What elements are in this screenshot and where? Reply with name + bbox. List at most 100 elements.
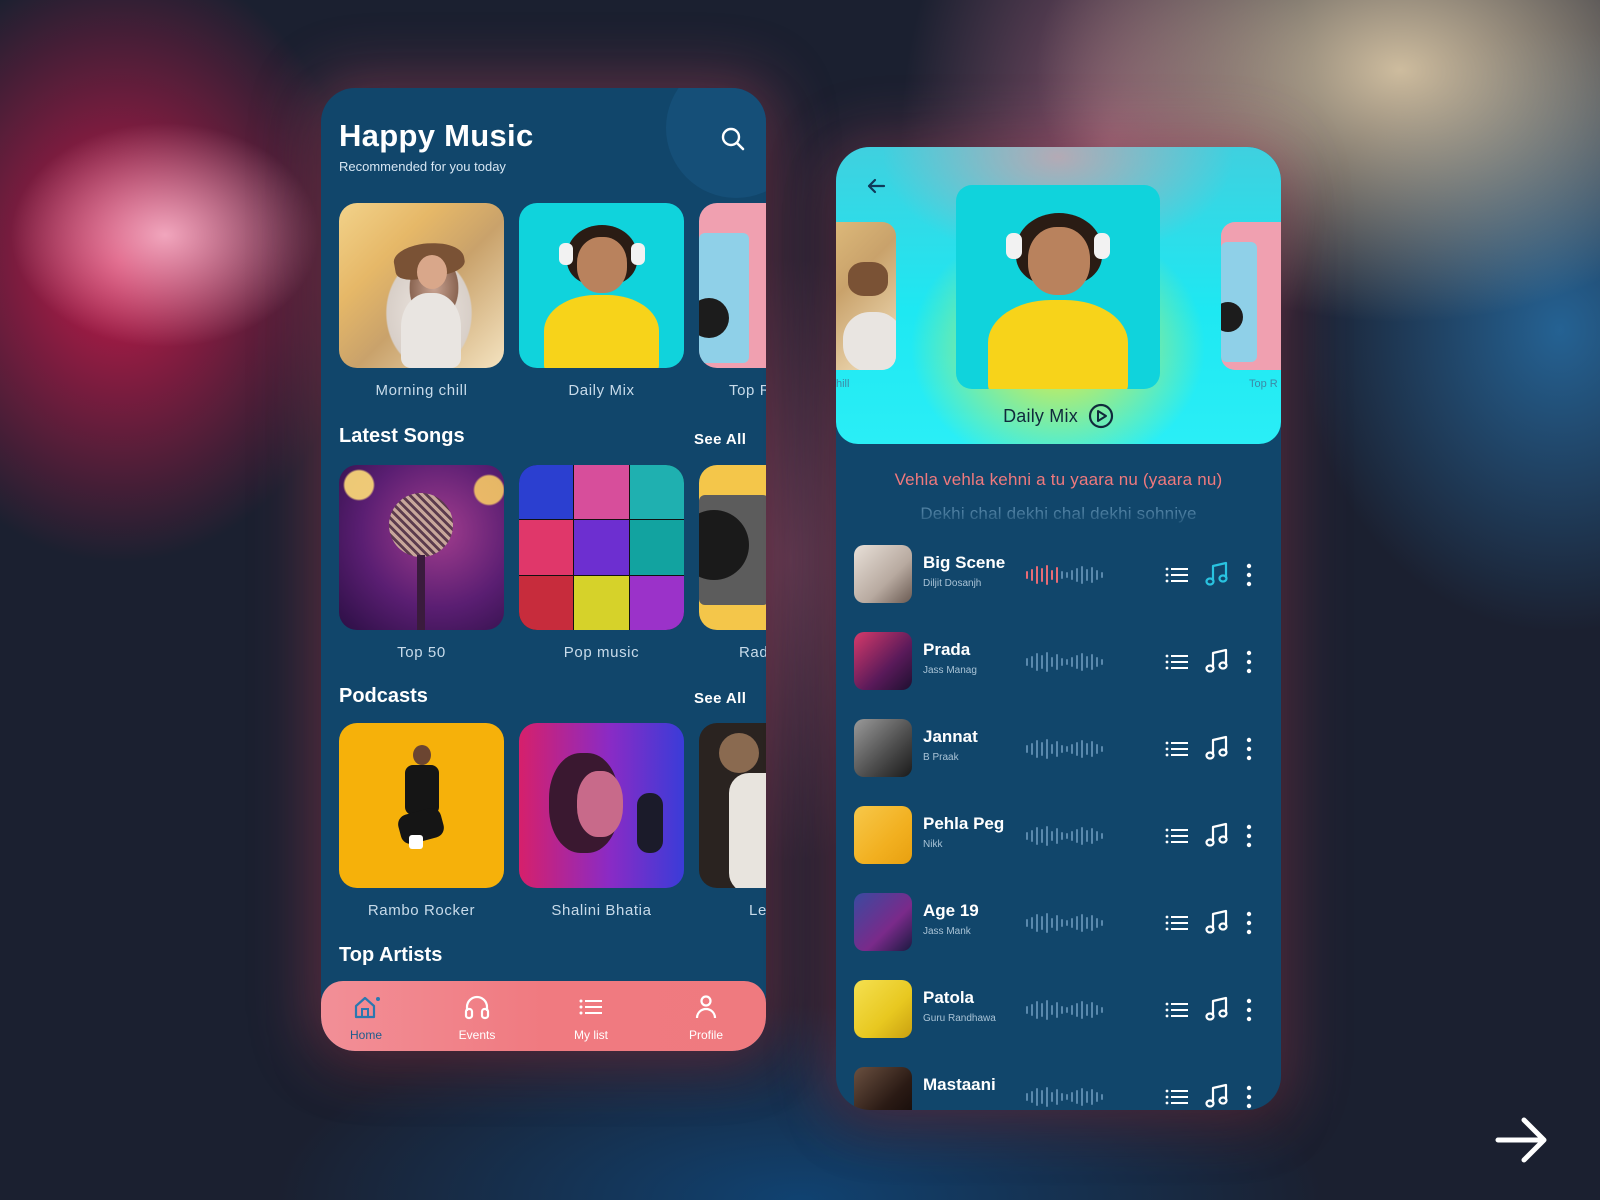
song-row[interactable]: Jannat B Praak (854, 719, 1264, 779)
podcasts-see-all-button[interactable]: See All (694, 690, 746, 707)
song-artist: Jass Mank (923, 926, 971, 937)
featured-card-top[interactable]: Top R (699, 203, 766, 399)
music-note-icon[interactable] (1204, 995, 1230, 1023)
song-title: Big Scene (923, 553, 1006, 572)
queue-list-icon[interactable] (1164, 649, 1190, 675)
header-decoration (666, 88, 766, 198)
latest-card-pop-music[interactable]: Pop music (519, 465, 684, 661)
now-playing-title-row: Daily Mix (836, 403, 1281, 429)
more-vertical-icon[interactable] (1244, 561, 1254, 589)
queue-list-icon[interactable] (1164, 562, 1190, 588)
music-note-icon[interactable] (1204, 647, 1230, 675)
nav-home[interactable]: Home (321, 993, 411, 1042)
song-row[interactable]: Patola Guru Randhawa (854, 980, 1264, 1040)
song-cover (854, 893, 912, 951)
music-note-icon[interactable] (1204, 908, 1230, 936)
now-playing-hero: hill Top R Daily Mix (836, 147, 1281, 444)
podcast-label: Rambo Rocker (367, 902, 476, 919)
next-playlist-cover[interactable] (1221, 222, 1281, 370)
song-cover (854, 980, 912, 1038)
music-note-icon[interactable] (1204, 821, 1230, 849)
song-row[interactable]: Mastaani (854, 1067, 1264, 1110)
podcast-card-let[interactable]: Let (699, 723, 766, 919)
song-cover (854, 806, 912, 864)
queue-list-icon[interactable] (1164, 997, 1190, 1023)
next-arrow-icon[interactable] (1494, 1112, 1550, 1168)
morning-chill-image (339, 203, 504, 368)
nav-events[interactable]: Events (432, 993, 522, 1042)
nav-my-list-label: My list (574, 1028, 608, 1042)
play-icon[interactable] (1088, 403, 1114, 429)
song-row[interactable]: Age 19 Jass Mank (854, 893, 1264, 953)
more-vertical-icon[interactable] (1244, 735, 1254, 763)
song-title: Patola (923, 988, 975, 1007)
nav-home-label: Home (349, 1028, 382, 1042)
song-cover (854, 1067, 912, 1110)
more-vertical-icon[interactable] (1244, 1083, 1254, 1110)
nav-events-label: Events (458, 1028, 496, 1042)
podcast-label: Let (749, 902, 766, 919)
song-row[interactable]: Big Scene Diljit Dosanjh (854, 545, 1264, 605)
queue-list-icon[interactable] (1164, 736, 1190, 762)
now-playing-title: Daily Mix (1003, 405, 1078, 426)
pop-music-image (519, 465, 684, 630)
latest-label: Pop music (563, 644, 640, 661)
song-title: Prada (923, 640, 971, 659)
nav-profile[interactable]: Profile (661, 993, 751, 1042)
music-note-icon[interactable] (1204, 734, 1230, 762)
featured-card-daily-mix[interactable]: Daily Mix (519, 203, 684, 399)
song-row[interactable]: Prada Jass Manag (854, 632, 1264, 692)
latest-label: Top 50 (397, 644, 446, 661)
player-screen: hill Top R Daily Mix Vehla vehla kehni a… (836, 147, 1281, 1110)
latest-card-top-50[interactable]: Top 50 (339, 465, 504, 661)
queue-list-icon[interactable] (1164, 1084, 1190, 1110)
song-row[interactable]: Pehla Peg Nikk (854, 806, 1264, 866)
music-note-icon[interactable] (1204, 1082, 1230, 1110)
latest-card-radio[interactable]: Rad (699, 465, 766, 661)
waveform-icon (1026, 736, 1112, 762)
podcast-card-shalini-bhatia[interactable]: Shalini Bhatia (519, 723, 684, 919)
prev-playlist-cover[interactable] (836, 222, 896, 370)
latest-songs-see-all-button[interactable]: See All (694, 431, 746, 448)
home-icon (354, 996, 380, 1019)
song-cover (854, 632, 912, 690)
waveform-icon (1026, 997, 1112, 1023)
nav-my-list[interactable]: My list (546, 993, 636, 1042)
latest-songs-title: Latest Songs (339, 425, 465, 447)
next-playlist-label: Top R (1249, 378, 1278, 390)
back-arrow-icon[interactable] (864, 174, 888, 198)
podcast-label: Shalini Bhatia (551, 902, 652, 919)
featured-card-morning-chill[interactable]: Morning chill (339, 203, 504, 399)
queue-list-icon[interactable] (1164, 823, 1190, 849)
profile-icon (695, 995, 717, 1019)
more-vertical-icon[interactable] (1244, 909, 1254, 937)
song-artist: Diljit Dosanjh (923, 578, 982, 589)
queue-list-icon[interactable] (1164, 910, 1190, 936)
app-title: Happy Music (339, 118, 534, 153)
prev-playlist-label: hill (836, 378, 850, 390)
rambo-rocker-image (339, 723, 504, 888)
more-vertical-icon[interactable] (1244, 822, 1254, 850)
bottom-nav: Home Events My list Profile (321, 981, 766, 1051)
featured-label: Top R (729, 382, 766, 399)
list-icon (579, 999, 602, 1015)
app-subtitle: Recommended for you today (339, 159, 506, 174)
song-artist: Guru Randhawa (923, 1013, 996, 1024)
featured-label: Morning chill (375, 382, 468, 399)
song-cover (854, 719, 912, 777)
search-icon[interactable] (720, 126, 746, 152)
more-vertical-icon[interactable] (1244, 996, 1254, 1024)
song-title: Pehla Peg (923, 814, 1005, 833)
song-title: Mastaani (923, 1075, 996, 1094)
waveform-icon (1026, 649, 1112, 675)
daily-mix-image (519, 203, 684, 368)
podcast-card-rambo-rocker[interactable]: Rambo Rocker (339, 723, 504, 919)
song-artist: Nikk (923, 839, 943, 850)
let-podcast-image (699, 723, 766, 888)
more-vertical-icon[interactable] (1244, 648, 1254, 676)
top-50-image (339, 465, 504, 630)
podcasts-title: Podcasts (339, 685, 428, 707)
latest-label: Rad (739, 644, 766, 661)
music-note-icon[interactable] (1204, 560, 1230, 588)
daily-mix-cover[interactable] (956, 185, 1160, 389)
